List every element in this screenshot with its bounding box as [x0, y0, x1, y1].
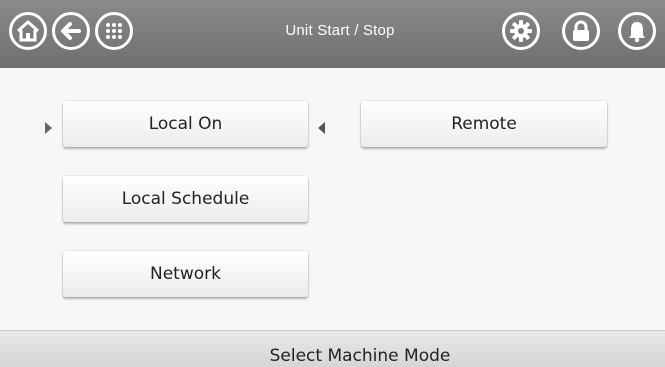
- bell-icon: [629, 22, 645, 43]
- local-on-button[interactable]: Local On: [63, 101, 308, 147]
- remote-button[interactable]: Remote: [361, 101, 607, 147]
- menu-grid-icon: [106, 23, 122, 39]
- status-message: Select Machine Mode: [269, 346, 451, 366]
- settings-button[interactable]: [502, 12, 540, 50]
- menu-button[interactable]: [95, 12, 133, 50]
- remote-label: Remote: [451, 114, 517, 134]
- local-on-label: Local On: [148, 114, 223, 134]
- lock-button[interactable]: [562, 12, 600, 50]
- gear-icon: [510, 20, 532, 42]
- alarm-button[interactable]: [618, 12, 656, 50]
- selected-indicator-arrow-icon: [45, 122, 52, 134]
- header-bar: Unit Start / Stop: [0, 0, 665, 68]
- page-title: Unit Start / Stop: [285, 22, 395, 39]
- back-button[interactable]: [52, 12, 90, 50]
- back-arrow-icon: [61, 22, 81, 40]
- local-schedule-button[interactable]: Local Schedule: [63, 176, 308, 222]
- lock-icon: [573, 20, 589, 41]
- local-schedule-label: Local Schedule: [121, 189, 250, 209]
- network-label: Network: [150, 264, 221, 284]
- status-bar: Select Machine Mode: [0, 330, 665, 367]
- selected-indicator-arrow-icon: [318, 122, 325, 134]
- home-icon: [16, 20, 40, 42]
- mode-panel: Local On Remote Local Schedule Network: [0, 68, 665, 330]
- home-button[interactable]: [9, 12, 47, 50]
- network-button[interactable]: Network: [63, 251, 308, 297]
